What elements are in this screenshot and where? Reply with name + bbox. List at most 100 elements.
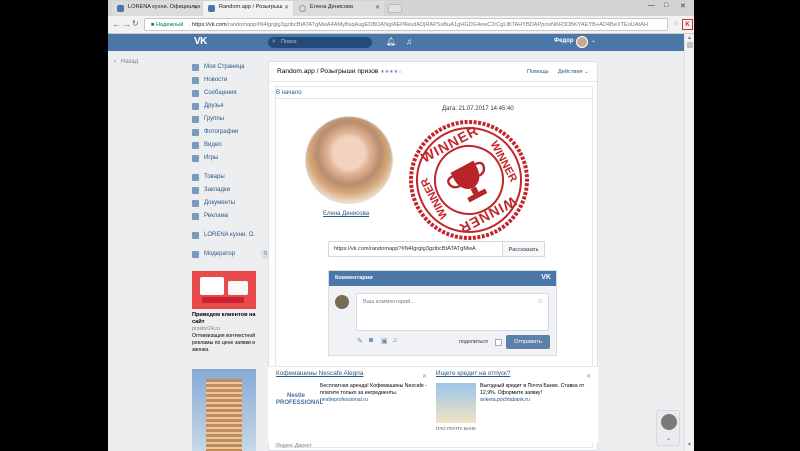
- ad-title-link[interactable]: Кофемашины Nescafe Alegria: [276, 370, 363, 377]
- url-path: /randomapp#N4Igrglg3gzibcBtATATgMwA4AMyB…: [226, 22, 648, 28]
- close-icon[interactable]: ✕: [586, 373, 591, 380]
- ad-url[interactable]: anketa.pochtabank.ru: [480, 397, 530, 403]
- stamp-text-bottom: WINNER: [456, 194, 519, 238]
- ad-nescafe[interactable]: Кофемашины Nescafe Alegria ✕ Nestle PROF…: [276, 370, 436, 423]
- sidebar-item-label: Игры: [204, 155, 219, 161]
- sidebar-item-label: Видео: [204, 142, 222, 148]
- group-icon: [192, 232, 199, 239]
- reload-icon[interactable]: ↻: [132, 19, 139, 28]
- forward-arrow-icon[interactable]: →: [122, 19, 131, 29]
- app-header: Random.app / Розыгрыши призов ★★★★☆ Помо…: [269, 62, 597, 82]
- camera-icon[interactable]: ◙: [369, 337, 373, 344]
- scroll-up-icon[interactable]: ▲: [687, 35, 692, 41]
- ad-text: Выгодный кредит в Почта Банке. Ставка от…: [480, 383, 592, 404]
- chevron-down-icon[interactable]: ⌄: [666, 435, 671, 442]
- avatar[interactable]: [576, 36, 588, 48]
- building-ad-image[interactable]: [192, 369, 256, 451]
- video-icon[interactable]: ▣: [381, 337, 388, 345]
- sidebar-item-lorena[interactable]: LORENA кухни. О.: [192, 229, 272, 242]
- music-icon[interactable]: ♫: [392, 337, 397, 344]
- vk-logo[interactable]: VK: [194, 36, 207, 47]
- sidebar-item-documents[interactable]: Документы: [192, 197, 272, 210]
- comment-input[interactable]: Ваш комментарий... ☺: [356, 293, 549, 331]
- smile-icon[interactable]: ☺: [537, 298, 544, 305]
- sidebar-item-label: Новости: [204, 77, 228, 83]
- new-tab-button[interactable]: [388, 4, 402, 13]
- actions-menu[interactable]: Действия ⌄: [558, 69, 589, 75]
- help-link[interactable]: Помощь: [527, 69, 549, 75]
- tab-elena[interactable]: Елена Денисова ✕: [294, 1, 384, 16]
- winner-photo[interactable]: [305, 116, 393, 204]
- nestle-logo-text: Nestle PROFESSIONAL: [276, 393, 324, 406]
- close-icon[interactable]: ✕: [284, 4, 289, 11]
- beach-ad-image: [436, 383, 476, 423]
- loading-favicon-icon: [299, 5, 306, 12]
- megaphone-icon: [192, 213, 199, 220]
- rating-stars: ★★★★☆: [380, 69, 403, 75]
- sidebar-item-friends[interactable]: Друзья: [192, 100, 272, 113]
- scrollbar[interactable]: ▲ ▼: [684, 34, 694, 451]
- sidebar-item-messages[interactable]: Сообщения: [192, 87, 272, 100]
- sidebar-item-ads[interactable]: Реклама: [192, 210, 272, 223]
- tab-label: LORENA кухни. Официальн: [128, 4, 201, 10]
- news-icon: [192, 77, 199, 84]
- search-input[interactable]: ⌕ Поиск: [268, 37, 372, 48]
- sidebar-item-goods[interactable]: Товары: [192, 171, 272, 184]
- avatar[interactable]: [661, 414, 677, 430]
- sidebar-item-bookmarks[interactable]: Закладки: [192, 184, 272, 197]
- video-icon: [192, 142, 199, 149]
- yandex-direct-label[interactable]: Яндекс.Директ: [276, 443, 312, 449]
- sidebar-item-label: Модератор: [204, 251, 236, 257]
- vk-favicon-icon: [208, 5, 215, 12]
- maximize-button[interactable]: □: [664, 2, 668, 9]
- send-button[interactable]: Отправить: [506, 335, 550, 349]
- share-checkbox[interactable]: [495, 339, 502, 346]
- scroll-thumb[interactable]: [687, 42, 693, 48]
- sidebar-item-news[interactable]: Новости: [192, 74, 272, 87]
- graffiti-icon[interactable]: ✎: [357, 337, 363, 345]
- vk-header: VK ⌕ Поиск 🔔︎ ♫ Федор ⌄: [108, 34, 694, 51]
- left-menu: Моя Страница Новости Сообщения Друзья Гр…: [192, 61, 272, 261]
- bell-icon[interactable]: 🔔︎: [386, 37, 396, 46]
- sidebar-item-groups[interactable]: Группы: [192, 113, 272, 126]
- chevron-down-icon[interactable]: ⌄: [591, 37, 596, 44]
- document-icon: [192, 200, 199, 207]
- ad-url[interactable]: nestleprofessional.ru: [320, 397, 368, 403]
- close-icon[interactable]: ✕: [422, 373, 427, 380]
- sidebar-item-games[interactable]: Игры: [192, 152, 272, 165]
- share-url-field[interactable]: https://vk.com/randomapp?#N4Igrglg3gzibc…: [328, 241, 503, 257]
- secure-label: Надежный: [155, 22, 184, 28]
- share-button[interactable]: Рассказать: [503, 241, 545, 257]
- sidebar-item-my-page[interactable]: Моя Страница: [192, 61, 272, 74]
- close-icon[interactable]: ✕: [193, 4, 198, 11]
- close-window-button[interactable]: ✕: [680, 2, 686, 10]
- minimize-button[interactable]: —: [648, 2, 655, 9]
- star-icon[interactable]: ☆: [671, 19, 682, 30]
- winner-name-link[interactable]: Елена Денисова: [323, 211, 369, 217]
- ad-pochtabank[interactable]: Ищете кредит на отпуск? ✕ Выгодный креди…: [436, 370, 596, 431]
- bag-icon: [192, 174, 199, 181]
- sidebar-item-photos[interactable]: Фотографии: [192, 126, 272, 139]
- extension-icon[interactable]: K: [682, 19, 693, 30]
- to-start-link[interactable]: В начало: [276, 87, 592, 99]
- search-placeholder: Поиск: [281, 39, 297, 45]
- music-icon[interactable]: ♫: [406, 37, 412, 46]
- sidebar-item-label: Сообщения: [204, 90, 237, 96]
- tab-random-app[interactable]: Random.app / Розыгрыш ✕: [203, 1, 293, 16]
- chat-widget[interactable]: ⌄: [656, 410, 680, 446]
- star-icon: [192, 187, 199, 194]
- close-icon[interactable]: ✕: [375, 4, 380, 11]
- side-ad[interactable]: Приведем клиентов на сайт prostor24.ru О…: [192, 271, 256, 354]
- user-name[interactable]: Федор: [554, 38, 574, 44]
- stamp-text-top: WINNER: [418, 122, 481, 166]
- sidebar-item-video[interactable]: Видео: [192, 139, 272, 152]
- ad-title-link[interactable]: Ищете кредит на отпуск?: [436, 370, 510, 377]
- friends-icon: [192, 103, 199, 110]
- back-label: Назад: [121, 59, 139, 65]
- url-field[interactable]: ■ Надежный | https://vk.com/randomapp#N4…: [144, 18, 668, 31]
- scroll-down-icon[interactable]: ▼: [687, 442, 692, 448]
- tab-lorena[interactable]: LORENA кухни. Официальн ✕: [112, 1, 202, 16]
- back-link[interactable]: ‹ Назад: [114, 59, 138, 65]
- back-arrow-icon[interactable]: ←: [112, 19, 121, 29]
- sidebar-item-moderator[interactable]: Модератор 5: [192, 248, 272, 261]
